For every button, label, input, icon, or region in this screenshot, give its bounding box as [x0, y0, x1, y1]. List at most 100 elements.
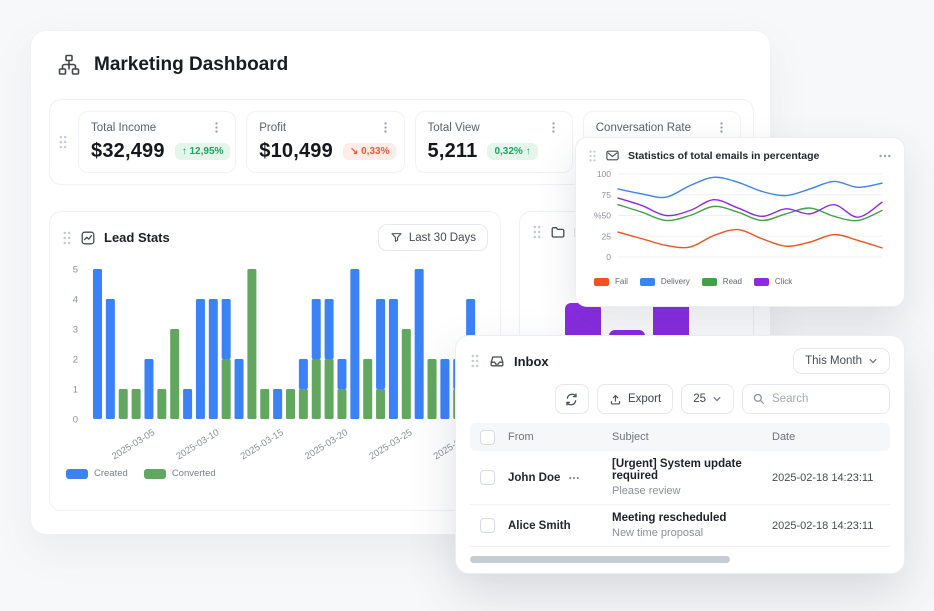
svg-text:2025-03-20: 2025-03-20: [303, 427, 350, 462]
select-all-checkbox[interactable]: [480, 430, 495, 445]
subject-value: Meeting rescheduled: [612, 512, 772, 524]
svg-text:%: %: [594, 211, 602, 221]
stat-label: Total Income: [91, 122, 156, 134]
email-stats-chart: 0255075100%: [588, 167, 890, 275]
search-input[interactable]: [772, 393, 880, 405]
lead-stats-icon: [80, 230, 96, 246]
svg-text:0: 0: [606, 252, 611, 262]
legend-label: Converted: [172, 468, 216, 479]
email-legend-item: Fail: [594, 277, 628, 286]
svg-text:75: 75: [602, 190, 612, 200]
filter-label: Last 30 Days: [409, 232, 476, 244]
row-checkbox[interactable]: [480, 518, 495, 533]
prev-page-button[interactable]: ‹ Prev: [759, 572, 788, 574]
legend-chip: [640, 278, 655, 286]
stat-card-profit: Profit $10,499 ↘ 0,33%: [246, 111, 404, 173]
inbox-tray-icon: [489, 353, 505, 369]
kebab-menu-icon[interactable]: [547, 121, 560, 134]
svg-text:5: 5: [73, 265, 78, 276]
prev-label: Prev: [765, 572, 788, 574]
page-size-value: 25: [693, 393, 706, 405]
kebab-menu-icon[interactable]: [210, 121, 223, 134]
chevron-down-icon: [712, 394, 722, 404]
inbox-footer: Showing 1 to 4 of 4 entries ‹ Prev 1 2 .…: [456, 563, 904, 574]
email-stats-title: Statistics of total emails in percentage: [628, 150, 819, 162]
row-checkbox[interactable]: [480, 470, 495, 485]
drag-handle-icon[interactable]: [58, 134, 68, 150]
funnel-icon: [390, 231, 403, 244]
stat-value: 5,211: [428, 140, 478, 163]
legend-item-converted: Converted: [144, 468, 216, 479]
refresh-icon: [564, 392, 579, 407]
drag-handle-icon[interactable]: [532, 224, 542, 240]
legend-chip: [594, 278, 609, 286]
svg-text:3: 3: [73, 325, 78, 336]
page-size-dropdown[interactable]: 25: [681, 384, 734, 414]
svg-text:4: 4: [73, 295, 78, 306]
search-box: [742, 384, 890, 414]
email-statistics-card: Statistics of total emails in percentage…: [575, 137, 905, 307]
legend-label: Read: [723, 277, 742, 286]
row-actions-icon[interactable]: [568, 472, 580, 484]
email-legend-item: Delivery: [640, 277, 690, 286]
column-header-subject: Subject: [612, 431, 772, 443]
table-header-row: From Subject Date: [470, 423, 890, 451]
horizontal-scrollbar: [470, 556, 890, 563]
legend-chip: [66, 469, 88, 479]
refresh-button[interactable]: [555, 384, 589, 414]
stat-value: $32,499: [91, 140, 165, 163]
page-button-1[interactable]: 1: [797, 572, 803, 574]
period-label: This Month: [805, 355, 862, 367]
export-button[interactable]: Export: [597, 384, 673, 414]
date-value: 2025-02-18 14:23:11: [772, 520, 890, 532]
export-label: Export: [628, 393, 661, 405]
next-page-button[interactable]: Next ›: [861, 572, 890, 574]
column-header-date: Date: [772, 431, 890, 443]
svg-text:2025-03-10: 2025-03-10: [174, 427, 221, 462]
inbox-toolbar: Export 25: [456, 382, 904, 423]
inbox-table: From Subject Date John Doe [Urgent] Syst…: [470, 423, 890, 547]
trend-badge: ↘ 0,33%: [343, 143, 397, 160]
dashboard-header: Marketing Dashboard: [31, 31, 770, 89]
drag-handle-icon[interactable]: [62, 230, 72, 246]
kebab-menu-icon[interactable]: [715, 121, 728, 134]
page-button-5[interactable]: 5: [846, 572, 852, 574]
kebab-menu-icon[interactable]: [379, 121, 392, 134]
svg-text:25: 25: [602, 231, 612, 241]
email-legend-item: Read: [702, 277, 742, 286]
folder-icon: [550, 224, 566, 240]
drag-handle-icon[interactable]: [470, 353, 480, 369]
search-icon: [752, 392, 766, 406]
export-icon: [609, 393, 622, 406]
next-label: Next: [861, 572, 884, 574]
legend-label: Click: [775, 277, 792, 286]
trend-badge: 0,32% ↑: [487, 143, 537, 160]
table-row[interactable]: John Doe [Urgent] System update required…: [470, 451, 890, 505]
stat-value: $10,499: [259, 140, 333, 163]
legend-label: Fail: [615, 277, 628, 286]
scrollbar-thumb[interactable]: [470, 556, 730, 563]
svg-text:1: 1: [73, 385, 78, 396]
stat-card-total-view: Total View 5,211 0,32% ↑: [415, 111, 573, 173]
pagination: ‹ Prev 1 2 ... 5 Next ›: [759, 572, 890, 574]
envelope-icon: [605, 148, 620, 163]
date-value: 2025-02-18 14:23:11: [772, 472, 890, 484]
svg-text:2025-03-25: 2025-03-25: [367, 427, 414, 462]
lead-stats-title: Lead Stats: [104, 230, 170, 245]
stat-card-total-income: Total Income $32,499 ↑ 12,95%: [78, 111, 236, 173]
sitemap-icon: [57, 53, 81, 77]
more-options-icon[interactable]: [878, 149, 892, 163]
stat-label: Total View: [428, 122, 480, 134]
from-value: Alice Smith: [508, 520, 571, 532]
period-dropdown[interactable]: This Month: [793, 348, 890, 374]
page-button-2[interactable]: 2: [812, 572, 818, 574]
subject-preview: Please review: [612, 485, 772, 497]
column-header-from: From: [508, 431, 612, 443]
page-ellipsis: ...: [827, 572, 836, 574]
drag-handle-icon[interactable]: [588, 149, 597, 163]
entries-summary: Showing 1 to 4 of 4 entries: [470, 572, 600, 574]
svg-text:2025-03-15: 2025-03-15: [239, 427, 286, 462]
page-title: Marketing Dashboard: [94, 54, 288, 76]
table-row[interactable]: Alice Smith Meeting rescheduled New time…: [470, 505, 890, 547]
last-30-days-filter-button[interactable]: Last 30 Days: [378, 224, 488, 251]
